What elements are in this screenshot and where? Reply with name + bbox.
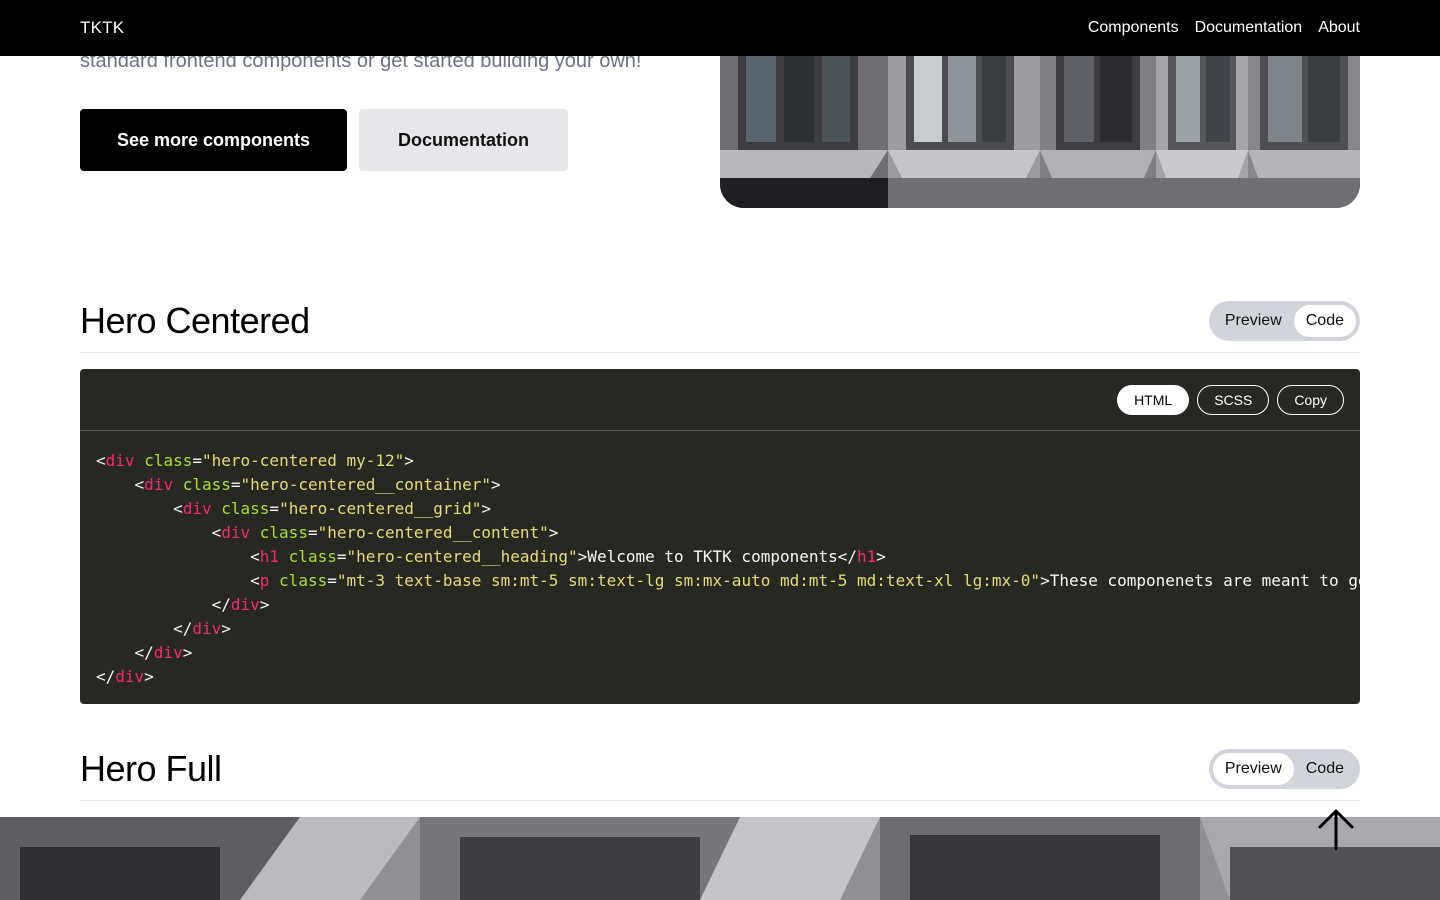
code-attr-token: class bbox=[279, 571, 328, 590]
preview-tab[interactable]: Preview bbox=[1213, 305, 1294, 337]
code-text-token: > bbox=[144, 667, 154, 686]
code-text-token: < bbox=[96, 547, 260, 566]
code-string-token: "hero-centered__content" bbox=[317, 523, 549, 542]
nav-link-about[interactable]: About bbox=[1318, 19, 1360, 37]
section-title: Hero Full bbox=[80, 747, 222, 789]
code-attr-token: class bbox=[288, 547, 337, 566]
copy-button[interactable]: Copy bbox=[1277, 384, 1344, 415]
code-tab[interactable]: Code bbox=[1293, 304, 1356, 337]
hero-full-preview-image bbox=[0, 817, 1440, 900]
code-text-token: </ bbox=[96, 667, 116, 686]
arrow-up-icon bbox=[1318, 809, 1354, 851]
code-text-token: < bbox=[96, 499, 183, 518]
code-tag-token: div bbox=[153, 643, 183, 662]
code-text-token: </ bbox=[96, 643, 154, 662]
code-tag-token: div bbox=[105, 451, 135, 470]
code-line: <div class="hero-centered my-12"> bbox=[96, 449, 1344, 473]
code-text-token: > bbox=[481, 499, 491, 518]
code-tab[interactable]: Code bbox=[1294, 753, 1356, 785]
scroll-to-top-button[interactable] bbox=[1312, 805, 1360, 853]
code-text-token: > bbox=[259, 595, 270, 614]
code-text-token: < bbox=[96, 475, 145, 494]
code-string-token: "hero-centered__heading" bbox=[346, 547, 578, 566]
code-tag-token: div bbox=[144, 475, 174, 494]
code-panel: HTML SCSS Copy <div class="hero-centered… bbox=[80, 369, 1360, 704]
code-attr-token: class bbox=[182, 475, 231, 494]
code-tag-token: div bbox=[115, 667, 145, 686]
hero-centered-header: Hero Centered Preview Code bbox=[80, 289, 1360, 353]
code-text-token: > bbox=[221, 619, 231, 638]
code-text-token: = bbox=[230, 475, 241, 494]
code-text-token: = bbox=[327, 571, 337, 590]
code-text-token: > bbox=[182, 643, 193, 662]
see-more-components-button[interactable]: See more components bbox=[80, 109, 347, 171]
code-toolbar: HTML SCSS Copy bbox=[80, 369, 1360, 431]
code-line: </div> bbox=[96, 665, 1344, 689]
code-tag-token: div bbox=[182, 499, 212, 518]
code-text-token: >These componenets are meant to get you … bbox=[1040, 571, 1360, 590]
code-text-token: > bbox=[490, 475, 501, 494]
code-attr-token: class bbox=[144, 451, 193, 470]
code-text-token: < bbox=[96, 571, 260, 590]
code-attr-token: class bbox=[221, 499, 270, 518]
code-tag-token: div bbox=[192, 619, 222, 638]
code-tag-token: div bbox=[221, 523, 251, 542]
scss-tab-button[interactable]: SCSS bbox=[1197, 384, 1270, 415]
code-text-token: </ bbox=[96, 619, 193, 638]
nav-link-documentation[interactable]: Documentation bbox=[1195, 19, 1303, 37]
code-text-token: > bbox=[548, 523, 559, 542]
code-line: <div class="hero-centered__content"> bbox=[96, 521, 1344, 545]
code-line: </div> bbox=[96, 641, 1344, 665]
top-navbar: TKTK Components Documentation About bbox=[0, 0, 1440, 56]
code-line: <h1 class="hero-centered__heading">Welco… bbox=[96, 545, 1344, 569]
html-tab-button[interactable]: HTML bbox=[1117, 384, 1190, 415]
code-tag-token: p bbox=[259, 571, 270, 590]
brand-logo[interactable]: TKTK bbox=[80, 18, 124, 38]
code-text-token: > bbox=[404, 451, 414, 470]
code-tag-token: h1 bbox=[259, 547, 280, 566]
preview-code-toggle: Preview Code bbox=[1208, 748, 1360, 789]
code-text-token: = bbox=[192, 451, 202, 470]
code-tag-token: div bbox=[230, 595, 260, 614]
code-block[interactable]: <div class="hero-centered my-12"> <div c… bbox=[80, 431, 1360, 704]
section-title: Hero Centered bbox=[80, 299, 310, 341]
code-text-token: = bbox=[307, 523, 318, 542]
preview-tab[interactable]: Preview bbox=[1212, 752, 1294, 785]
code-line: <p class="mt-3 text-base sm:mt-5 sm:text… bbox=[96, 569, 1360, 593]
code-text-token: >Welcome to TKTK components</ bbox=[577, 547, 858, 566]
code-text-token: < bbox=[96, 451, 106, 470]
code-text-token: </ bbox=[96, 595, 231, 614]
nav-links: Components Documentation About bbox=[1088, 19, 1360, 37]
code-string-token: "mt-3 text-base sm:mt-5 sm:text-lg sm:mx… bbox=[336, 571, 1041, 590]
code-string-token: "hero-centered__grid" bbox=[279, 499, 482, 518]
code-attr-token: class bbox=[259, 523, 308, 542]
nav-link-components[interactable]: Components bbox=[1088, 19, 1179, 37]
code-tag-token: h1 bbox=[857, 547, 877, 566]
code-text-token: < bbox=[96, 523, 222, 542]
code-line: <div class="hero-centered__container"> bbox=[96, 473, 1344, 497]
code-line: </div> bbox=[96, 593, 1344, 617]
code-string-token: "hero-centered my-12" bbox=[202, 451, 405, 470]
code-string-token: "hero-centered__container" bbox=[240, 475, 491, 494]
code-text-token: > bbox=[876, 547, 886, 566]
code-text-token: = bbox=[269, 499, 280, 518]
code-line: <div class="hero-centered__grid"> bbox=[96, 497, 1344, 521]
hero-full-header: Hero Full Preview Code bbox=[80, 737, 1360, 801]
documentation-button[interactable]: Documentation bbox=[359, 109, 568, 171]
code-line: </div> bbox=[96, 617, 1344, 641]
preview-code-toggle: Preview Code bbox=[1208, 300, 1360, 341]
